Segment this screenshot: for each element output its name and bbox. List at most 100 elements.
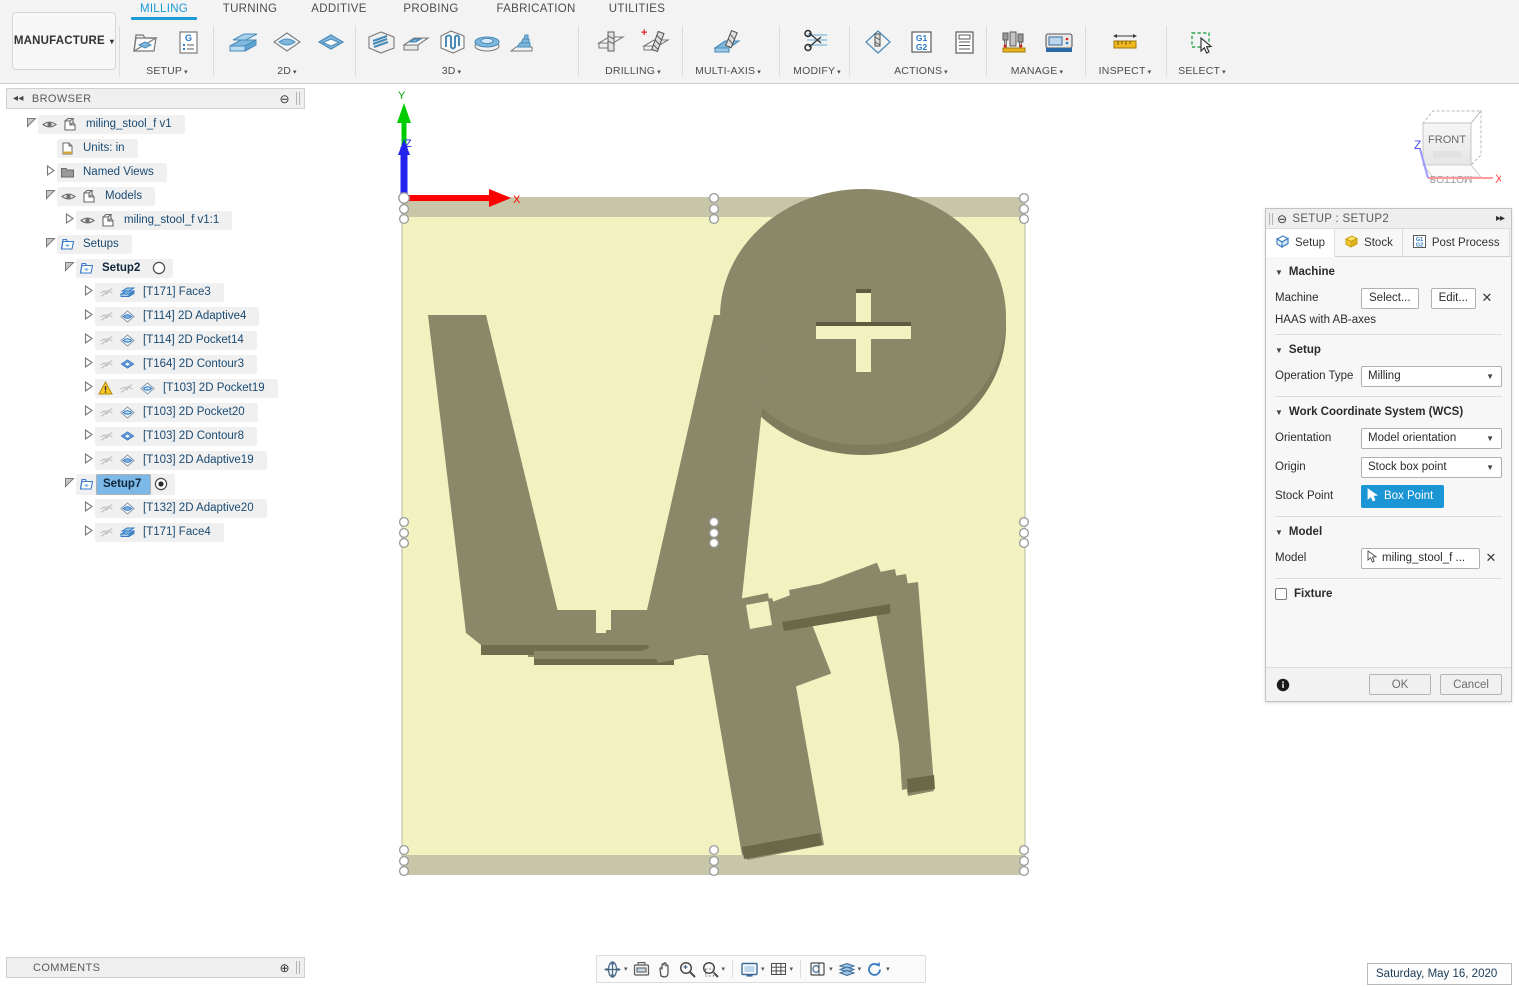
setup-sheet-icon[interactable]	[943, 22, 984, 62]
tree-node-content[interactable]: Named Views	[57, 162, 167, 182]
orientation-select[interactable]: Model orientation ▼	[1361, 427, 1502, 449]
model-selection-field[interactable]: miling_stool_f ...	[1361, 547, 1480, 569]
tree-node-content[interactable]: Setup2	[76, 258, 174, 278]
expand-arrow-closed-icon[interactable]	[81, 428, 95, 443]
tree-node-content[interactable]: Models	[57, 186, 156, 206]
ribbon-tab-utilities[interactable]: UTILITIES	[603, 3, 671, 15]
setup-dialog[interactable]: ⊖ SETUP : SETUP2 ▸▸ Setup Stock G1 G2 Po…	[1265, 208, 1512, 702]
expand-arrow-closed-icon[interactable]	[81, 452, 95, 467]
visibility-eye-icon[interactable]	[38, 118, 60, 130]
chevron-down-icon[interactable]: ▾	[1148, 69, 1152, 76]
multiaxis-icon[interactable]	[707, 22, 749, 62]
ribbon-group-label[interactable]: SELECT ▾	[1175, 65, 1229, 77]
chevron-down-icon[interactable]: ▼	[1486, 372, 1494, 381]
ribbon-tab-turning[interactable]: TURNING	[215, 3, 285, 15]
chevron-down-icon[interactable]: ▾	[944, 69, 948, 76]
chevron-down-icon[interactable]: ▾	[829, 965, 833, 973]
ribbon-tab-fabrication[interactable]: FABRICATION	[489, 3, 583, 15]
scallop-3d-icon[interactable]	[470, 22, 503, 62]
visibility-eye-off-icon[interactable]	[95, 502, 117, 514]
tree-node-op-contour8[interactable]: [T103] 2D Contour8	[6, 424, 305, 448]
adaptive-2d-icon[interactable]	[266, 22, 308, 62]
tree-node-content[interactable]: [T103] 2D Contour8	[95, 426, 258, 446]
tab-stock[interactable]: Stock	[1335, 229, 1403, 256]
face-icon[interactable]	[222, 22, 264, 62]
chevron-down-icon[interactable]: ▾	[722, 965, 726, 973]
chevron-down-icon[interactable]: ▾	[184, 69, 188, 76]
tree-node-op-pocket19[interactable]: [T103] 2D Pocket19	[6, 376, 305, 400]
expand-arrow-closed-icon[interactable]	[62, 212, 76, 227]
section-model[interactable]: ▼ Model	[1275, 526, 1502, 538]
tree-node-setup7[interactable]: Setup7	[6, 472, 305, 496]
expand-arrow-open-icon[interactable]	[43, 189, 57, 203]
ribbon-group-label[interactable]: MULTI-AXIS ▾	[690, 65, 766, 77]
tree-node-content[interactable]: [T114] 2D Adaptive4	[95, 306, 260, 326]
tree-node-content[interactable]: miling_stool_f v1:1	[76, 210, 233, 230]
measure-icon[interactable]	[1104, 22, 1146, 62]
chevron-down-icon[interactable]: ▾	[458, 69, 462, 76]
ribbon-group-label[interactable]: 2D ▾	[222, 65, 352, 77]
tool-library-icon[interactable]	[994, 22, 1036, 62]
ribbon-group-label[interactable]: SETUP ▾	[126, 65, 208, 77]
chevron-down-icon[interactable]: ▾	[858, 965, 862, 973]
expand-arrow-open-icon[interactable]	[62, 477, 76, 491]
visibility-eye-off-icon[interactable]	[95, 454, 117, 466]
tree-node-named-views[interactable]: Named Views	[6, 160, 305, 184]
comments-add-icon[interactable]: ⊕	[280, 961, 290, 975]
machine-library-icon[interactable]	[1038, 22, 1080, 62]
stock-point-button[interactable]: Box Point	[1361, 484, 1445, 508]
visibility-eye-off-icon[interactable]	[95, 526, 117, 538]
machine-edit-button[interactable]: Edit...	[1430, 287, 1476, 309]
tree-node-op-adaptive19[interactable]: [T103] 2D Adaptive19	[6, 448, 305, 472]
tree-node-op-face3[interactable]: [T171] Face3	[6, 280, 305, 304]
viewports-icon[interactable]: ▾	[806, 956, 835, 982]
fixture-checkbox[interactable]	[1275, 588, 1287, 600]
collapse-browser-icon[interactable]: ◂◂	[13, 93, 24, 104]
tree-node-op-pocket20[interactable]: [T103] 2D Pocket20	[6, 400, 305, 424]
expand-arrow-open-icon[interactable]	[62, 261, 76, 275]
model-clear-icon[interactable]: ✕	[1480, 550, 1502, 566]
section-wcs[interactable]: ▼ Work Coordinate System (WCS)	[1275, 406, 1502, 418]
chevron-down-icon[interactable]: ▼	[1275, 268, 1283, 277]
tree-node-content[interactable]: [T103] 2D Pocket20	[95, 402, 258, 422]
browser-resize-grip[interactable]	[296, 92, 300, 105]
expand-arrow-closed-icon[interactable]	[81, 284, 95, 299]
thread-icon[interactable]: +	[634, 22, 676, 62]
chevron-down-icon[interactable]: ▾	[757, 69, 761, 76]
chevron-down-icon[interactable]: ▾	[1222, 69, 1226, 76]
section-setup[interactable]: ▼ Setup	[1275, 344, 1502, 356]
chevron-down-icon[interactable]: ▾	[761, 965, 765, 973]
chevron-down-icon[interactable]: ▼	[1486, 463, 1494, 472]
parallel-3d-icon[interactable]	[435, 22, 468, 62]
trim-icon[interactable]	[796, 22, 838, 62]
tree-node-models[interactable]: Models	[6, 184, 305, 208]
pan-icon[interactable]	[653, 956, 676, 982]
ramp-3d-icon[interactable]	[506, 22, 539, 62]
chevron-down-icon[interactable]: ▼	[1275, 346, 1283, 355]
visibility-eye-off-icon[interactable]	[95, 286, 117, 298]
visibility-eye-off-icon[interactable]	[95, 430, 117, 442]
info-icon[interactable]	[1266, 678, 1300, 692]
adaptive-3d-icon[interactable]	[364, 22, 397, 62]
chevron-down-icon[interactable]: ▾	[624, 965, 628, 973]
refresh-icon[interactable]: ▾	[863, 956, 892, 982]
visual-style-icon[interactable]: ▾	[835, 956, 864, 982]
pocket-3d-icon[interactable]	[399, 22, 432, 62]
origin-select[interactable]: Stock box point ▼	[1361, 456, 1502, 478]
chevron-down-icon[interactable]: ▾	[1060, 69, 1064, 76]
expand-arrow-closed-icon[interactable]	[81, 332, 95, 347]
tab-post-process[interactable]: G1 G2 Post Process	[1403, 229, 1510, 256]
drill-icon[interactable]	[590, 22, 632, 62]
expand-arrow-closed-icon[interactable]	[81, 500, 95, 515]
tree-node-content[interactable]: Setup7	[76, 473, 176, 495]
tree-node-content[interactable]: [T164] 2D Contour3	[95, 354, 258, 374]
machine-clear-icon[interactable]: ✕	[1476, 290, 1498, 306]
visibility-eye-off-icon[interactable]	[95, 334, 117, 346]
tree-node-content[interactable]: Setups	[57, 234, 132, 254]
ok-button[interactable]: OK	[1369, 674, 1431, 695]
expand-arrow-closed-icon[interactable]	[81, 356, 95, 371]
view-navigation-toolbar[interactable]: ▾ ▾ ▾ ▾ ▾ ▾ ▾	[596, 955, 926, 983]
tree-node-content[interactable]: [T103] 2D Pocket19	[95, 378, 278, 398]
operation-type-select[interactable]: Milling ▼	[1361, 365, 1502, 387]
chevron-down-icon[interactable]: ▾	[293, 69, 297, 76]
